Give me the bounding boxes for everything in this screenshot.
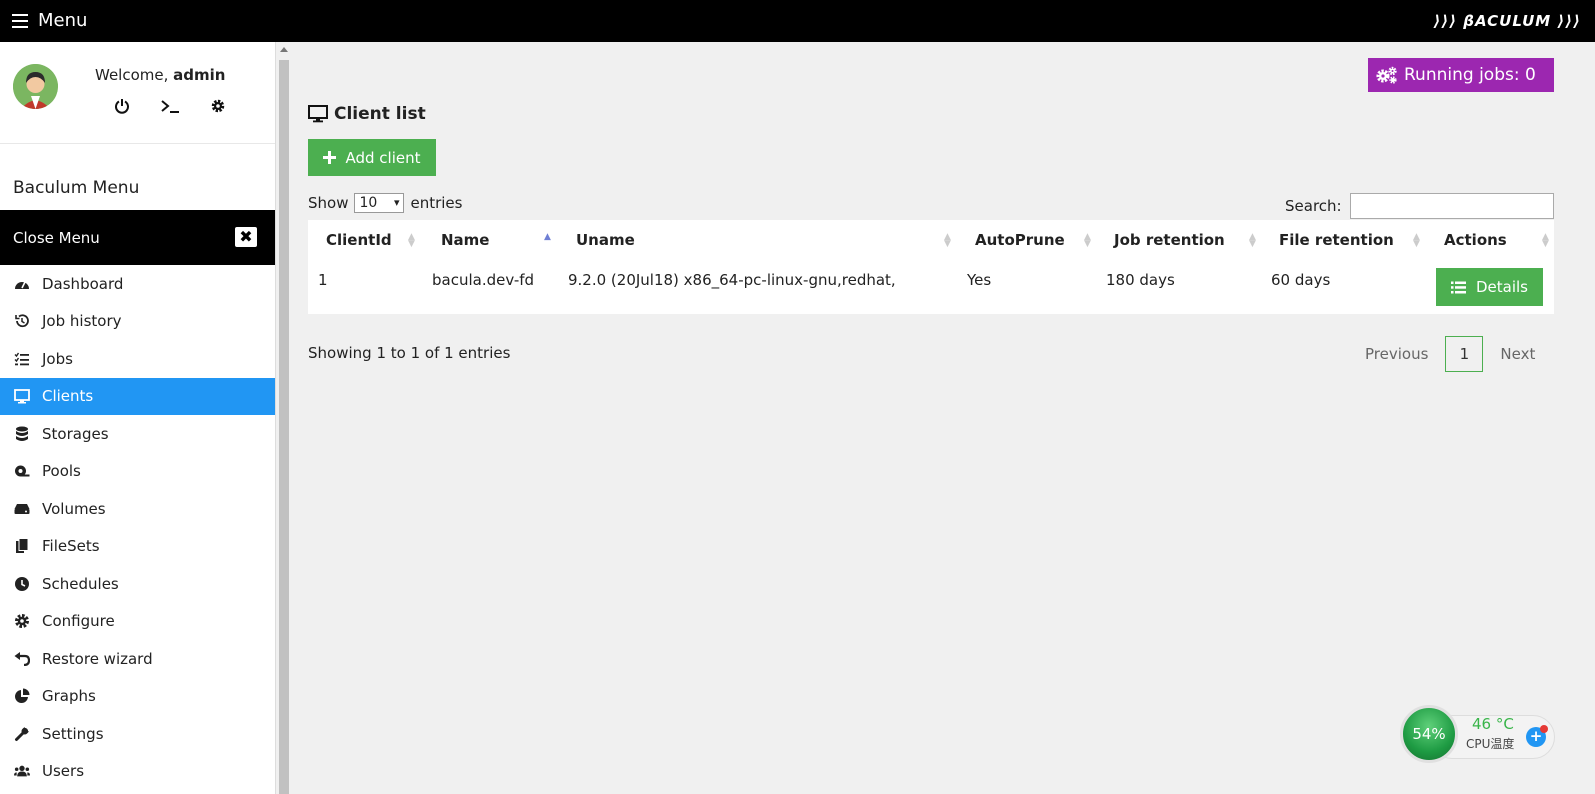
scroll-thumb[interactable]: [279, 60, 289, 794]
undo-icon: [14, 651, 30, 667]
copy-icon: [14, 538, 30, 554]
top-bar: Menu ⟩⟩⟩ βACULUM ⟩⟩⟩: [0, 0, 1595, 42]
header-file-retention[interactable]: File retention: [1279, 231, 1394, 249]
sidebar-item-job-history[interactable]: Job history: [0, 303, 275, 341]
sidebar-item-users[interactable]: Users: [0, 753, 275, 791]
avatar: [13, 64, 58, 109]
sort-icon: ▲ ▼: [944, 232, 951, 249]
close-menu-label: Close Menu: [13, 229, 100, 247]
sort-icon: ▲ ▼: [1084, 232, 1091, 249]
cpu-temp-label: CPU温度: [1466, 737, 1515, 751]
wrench-icon: [14, 726, 30, 742]
welcome-text: Welcome, admin: [95, 66, 226, 84]
header-uname[interactable]: Uname: [576, 231, 635, 249]
header-name[interactable]: Name: [441, 231, 489, 249]
menu-title: Baculum Menu: [13, 178, 140, 198]
sort-icon: ▲ ▼: [1413, 232, 1420, 249]
list-icon: [1450, 281, 1466, 293]
close-menu-bar[interactable]: Close Menu ✖: [0, 210, 275, 265]
users-icon: [14, 763, 30, 779]
dashboard-icon: [14, 276, 30, 292]
sidebar-item-restore-wizard[interactable]: Restore wizard: [0, 640, 275, 678]
sidebar-item-clients[interactable]: Clients: [0, 377, 275, 415]
history-icon: [14, 313, 30, 329]
sidebar-item-filesets[interactable]: FileSets: [0, 528, 275, 566]
sidebar-item-jobs[interactable]: Jobs: [0, 340, 275, 378]
entries-info: Showing 1 to 1 of 1 entries: [308, 344, 511, 362]
sidebar-item-storages[interactable]: Storages: [0, 415, 275, 453]
header-actions[interactable]: Actions: [1444, 231, 1507, 249]
sidebar-item-settings[interactable]: Settings: [0, 715, 275, 753]
tape-icon: [14, 463, 30, 479]
hdd-icon: [14, 501, 30, 517]
header-job-retention[interactable]: Job retention: [1114, 231, 1225, 249]
user-box: Welcome, admin: [0, 42, 275, 144]
details-button[interactable]: Details: [1436, 268, 1543, 306]
page-size-select[interactable]: 10: [354, 193, 405, 213]
sidebar-nav: Dashboard Job history Jobs Clients Stora…: [0, 265, 275, 790]
gears-icon: [1376, 66, 1397, 84]
cell-autoprune: Yes: [967, 271, 992, 289]
sidebar-item-volumes[interactable]: Volumes: [0, 490, 275, 528]
pie-chart-icon: [14, 688, 30, 704]
sort-icon: ▲ ▼: [408, 232, 415, 249]
previous-page-button[interactable]: Previous: [1352, 345, 1441, 363]
scroll-up-icon[interactable]: [280, 47, 288, 52]
terminal-icon[interactable]: [158, 94, 182, 118]
search-control: Search:: [1285, 193, 1554, 219]
sort-icon: ▲ ▼: [1249, 232, 1256, 249]
pagination: Previous 1 Next: [1352, 335, 1548, 373]
sidebar-item-schedules[interactable]: Schedules: [0, 565, 275, 603]
add-client-button[interactable]: Add client: [308, 139, 436, 176]
cpu-temperature-widget[interactable]: 54% 46 °C CPU温度 +: [1400, 705, 1555, 765]
running-jobs-button[interactable]: Running jobs: 0: [1368, 58, 1554, 92]
sort-asc-icon: ▲: [544, 232, 551, 242]
cpu-usage-gauge: 54%: [1400, 705, 1458, 763]
database-icon: [14, 426, 30, 442]
page-size-control: Show 10 entries: [308, 193, 462, 213]
close-icon[interactable]: ✖: [235, 227, 257, 247]
menu-toggle-button[interactable]: Menu: [12, 10, 87, 31]
page-title: Client list: [308, 104, 426, 124]
cog-icon: [14, 613, 30, 629]
power-icon[interactable]: [110, 94, 134, 118]
page-1-button[interactable]: 1: [1445, 336, 1484, 372]
cell-name: bacula.dev-fd: [432, 271, 535, 289]
plus-icon: [323, 151, 337, 164]
sort-icon: ▲ ▼: [1542, 232, 1549, 249]
baculum-logo: ⟩⟩⟩ βACULUM ⟩⟩⟩: [1433, 12, 1581, 30]
cell-job-retention: 180 days: [1106, 271, 1175, 289]
running-jobs-label: Running jobs: 0: [1404, 65, 1536, 85]
clock-icon: [14, 576, 30, 592]
clients-table: ClientId ▲ ▼ Name ▲ Uname ▲ ▼ AutoPrune ▲ ▼…: [308, 220, 1554, 314]
desktop-icon: [14, 388, 30, 404]
sidebar-item-dashboard[interactable]: Dashboard: [0, 265, 275, 303]
sidebar-item-configure[interactable]: Configure: [0, 603, 275, 641]
gear-icon[interactable]: [206, 94, 230, 118]
cpu-temp-value: 46 °C: [1472, 715, 1514, 733]
search-input[interactable]: [1349, 193, 1554, 219]
menu-label: Menu: [38, 10, 88, 31]
sidebar-item-graphs[interactable]: Graphs: [0, 678, 275, 716]
notification-dot: [1540, 725, 1548, 733]
cell-clientid: 1: [318, 271, 328, 289]
tasks-icon: [14, 351, 30, 367]
header-autoprune[interactable]: AutoPrune: [975, 231, 1065, 249]
cell-file-retention: 60 days: [1271, 271, 1331, 289]
username: admin: [173, 66, 226, 84]
sidebar-item-pools[interactable]: Pools: [0, 453, 275, 491]
desktop-icon: [308, 105, 328, 123]
hamburger-icon: [12, 13, 28, 28]
sidebar-scrollbar[interactable]: [277, 42, 290, 794]
header-clientid[interactable]: ClientId: [326, 231, 392, 249]
next-page-button[interactable]: Next: [1487, 345, 1548, 363]
cell-uname: 9.2.0 (20Jul18) x86_64-pc-linux-gnu,redh…: [568, 271, 896, 289]
sidebar: Welcome, admin Baculum Menu Close Menu ✖…: [0, 42, 276, 794]
